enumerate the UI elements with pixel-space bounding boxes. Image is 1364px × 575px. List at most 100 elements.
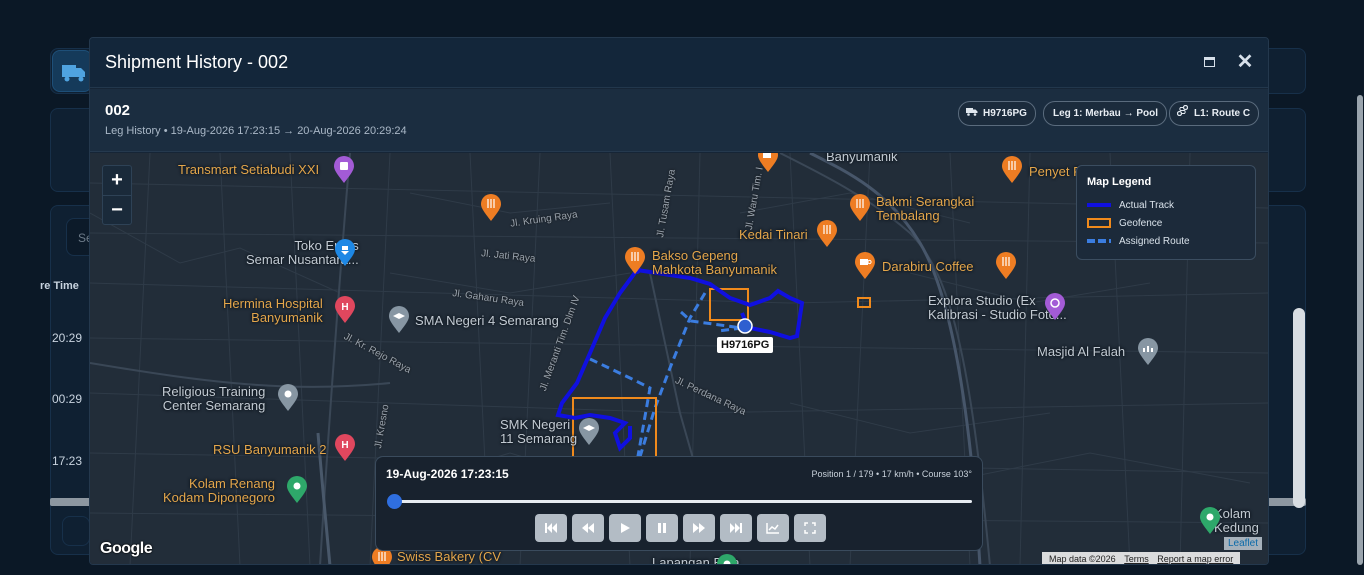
background-right-bar <box>1293 308 1305 508</box>
place-swiss-bakery: Swiss Bakery (CV <box>397 549 502 564</box>
art-pin-icon[interactable] <box>1044 293 1066 321</box>
place-hermina-hospital: Hermina Hospital Banyumanik <box>223 296 323 325</box>
hospital-pin-icon[interactable]: H <box>334 434 356 462</box>
shopping-pin-icon[interactable] <box>333 156 355 184</box>
legend-title: Map Legend <box>1087 176 1152 188</box>
playback-current-time: 19-Aug-2026 17:23:15 <box>386 467 509 481</box>
shipment-summary-bar: 002 Leg History • 19-Aug-2026 17:23:15 →… <box>90 89 1268 152</box>
pause-button[interactable] <box>646 514 678 542</box>
route-chip[interactable]: L1: Route C <box>1169 101 1260 126</box>
close-button[interactable]: ✕ <box>1236 51 1254 73</box>
zoom-in-button[interactable]: + <box>103 166 131 195</box>
play-icon <box>621 523 630 533</box>
hospital-pin-icon[interactable]: H <box>334 296 356 324</box>
leaflet-attribution-link[interactable]: Leaflet <box>1224 537 1263 550</box>
vehicle-chip[interactable]: H9716PG <box>958 101 1036 126</box>
jewelry-pin-icon[interactable] <box>334 239 356 267</box>
legend-item-geofence: Geofence <box>1087 214 1245 232</box>
maximize-button[interactable] <box>1200 53 1218 71</box>
legend-label: Actual Track <box>1119 199 1175 211</box>
vehicle-marker-label[interactable]: H9716PG <box>717 337 774 353</box>
place-transmart-setiabudi: Transmart Setiabudi XXI <box>178 162 320 177</box>
place-kolam-renang: Kolam Renang Kodam Diponegoro <box>163 476 276 505</box>
svg-text:H: H <box>341 302 348 313</box>
leg-chip[interactable]: Leg 1: Merbau → Pool <box>1043 101 1168 126</box>
svg-text:H: H <box>341 440 348 451</box>
legend-item-actual-track: Actual Track <box>1087 196 1245 214</box>
skip-start-icon <box>545 523 557 533</box>
fast-forward-button[interactable] <box>683 514 715 542</box>
skip-end-button[interactable] <box>720 514 752 542</box>
playback-slider-handle[interactable] <box>387 494 402 509</box>
place-penyet: Penyet R <box>1029 164 1083 179</box>
page-scrollbar-thumb[interactable] <box>1357 95 1363 565</box>
background-row-time: 20:29 <box>52 331 83 345</box>
place-bakmi-serangkai: Bakmi Serangkai Tembalang <box>876 194 975 223</box>
background-table-header: re Time <box>40 280 79 292</box>
modal-header: Shipment History - 002 ✕ <box>90 38 1268 88</box>
place-rsu-banyumanik-2: RSU Banyumanik 2 <box>213 442 327 457</box>
page-scrollbar[interactable] <box>1356 0 1364 575</box>
route-chip-label: L1: Route C <box>1194 108 1251 119</box>
cafe-pin-icon[interactable] <box>854 252 876 280</box>
restaurant-pin-icon[interactable] <box>816 220 838 248</box>
leg-history-range: Leg History • 19-Aug-2026 17:23:15 → 20-… <box>105 125 407 137</box>
map-data-credit: Map data ©2026 <box>1049 554 1116 564</box>
map-legend: Map Legend Actual Track Geofence Assigne… <box>1076 165 1256 260</box>
assigned-route-swatch <box>1087 236 1111 246</box>
restaurant-pin-icon[interactable] <box>1001 156 1023 184</box>
route-icon <box>1176 102 1190 125</box>
restaurant-pin-icon[interactable] <box>995 252 1017 280</box>
place-sma-negeri-4: SMA Negeri 4 Semarang <box>415 313 559 328</box>
background-pager-button[interactable] <box>62 516 90 546</box>
fullscreen-icon <box>804 522 816 534</box>
fast-forward-icon <box>693 523 705 533</box>
place-kedai-tinari: Kedai Tinari <box>739 227 808 242</box>
maximize-icon <box>1203 57 1215 67</box>
truck-icon <box>52 50 92 92</box>
zoom-out-button[interactable]: − <box>103 195 131 224</box>
zoom-control: + − <box>102 165 132 225</box>
legend-label: Assigned Route <box>1119 235 1190 247</box>
background-row-time: 17:23 <box>52 454 83 468</box>
actual-track-swatch <box>1087 200 1111 210</box>
fullscreen-button[interactable] <box>794 514 826 542</box>
playback-panel: 19-Aug-2026 17:23:15 Position 1 / 179 • … <box>375 456 983 551</box>
park-pin-icon[interactable] <box>286 476 308 504</box>
map-view[interactable]: Transmart Setiabudi XXI Banyumanik Penye… <box>90 153 1268 564</box>
place-pin-icon[interactable] <box>277 384 299 412</box>
rewind-button[interactable] <box>572 514 604 542</box>
restaurant-pin-icon[interactable] <box>624 247 646 275</box>
legend-label: Geofence <box>1119 217 1163 229</box>
restaurant-pin-icon[interactable] <box>849 194 871 222</box>
skip-start-button[interactable] <box>535 514 567 542</box>
playback-slider-track[interactable] <box>394 500 972 503</box>
terms-link[interactable]: Terms <box>1124 554 1149 564</box>
school-pin-icon[interactable] <box>388 306 410 334</box>
place-smk-negeri-11: SMK Negeri 11 Semarang <box>500 417 578 446</box>
modal-title: Shipment History - 002 <box>105 52 289 72</box>
pause-icon <box>658 523 666 533</box>
geofence-swatch <box>1087 218 1111 228</box>
rewind-icon <box>582 523 594 533</box>
play-button[interactable] <box>609 514 641 542</box>
place-banyumanik: Banyumanik <box>826 153 898 164</box>
restaurant-pin-icon[interactable] <box>480 194 502 222</box>
school-pin-icon[interactable] <box>578 418 600 446</box>
mosque-pin-icon[interactable] <box>1137 338 1159 366</box>
cafe-pin-icon[interactable] <box>757 153 779 173</box>
leg-chip-label: Leg 1: Merbau → Pool <box>1053 108 1159 119</box>
chart-button[interactable] <box>757 514 789 542</box>
park-pin-icon[interactable] <box>716 554 738 564</box>
legend-item-assigned-route: Assigned Route <box>1087 232 1245 250</box>
shipment-history-modal: Shipment History - 002 ✕ 002 Leg History… <box>89 37 1269 565</box>
report-map-error-link[interactable]: Report a map error <box>1157 554 1233 564</box>
place-bakso-gepeng: Bakso Gepeng Mahkota Banyumanik <box>652 248 778 277</box>
shipment-id: 002 <box>105 102 131 119</box>
close-icon: ✕ <box>1236 51 1254 73</box>
place-masjid-al-falah: Masjid Al Falah <box>1037 344 1126 359</box>
google-logo: Google <box>100 540 153 557</box>
background-row-time: 00:29 <box>52 392 83 406</box>
place-darabiru-coffee: Darabiru Coffee <box>882 259 974 274</box>
park-pin-icon[interactable] <box>1199 507 1221 535</box>
